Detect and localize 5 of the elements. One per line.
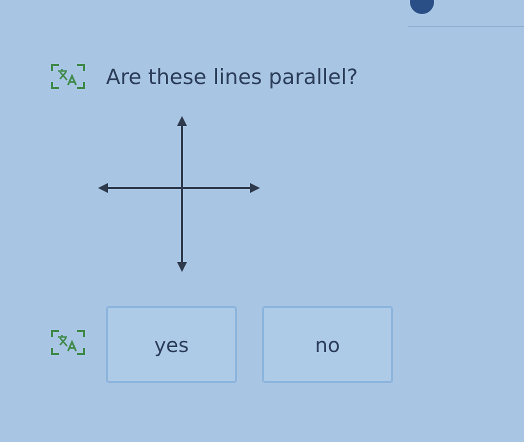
answer-button[interactable]: no: [262, 306, 393, 383]
question-text: Are these lines parallel?: [106, 64, 358, 88]
translate-icon[interactable]: [50, 329, 86, 356]
translate-icon[interactable]: [50, 63, 86, 90]
answer-button[interactable]: yes: [106, 306, 237, 383]
